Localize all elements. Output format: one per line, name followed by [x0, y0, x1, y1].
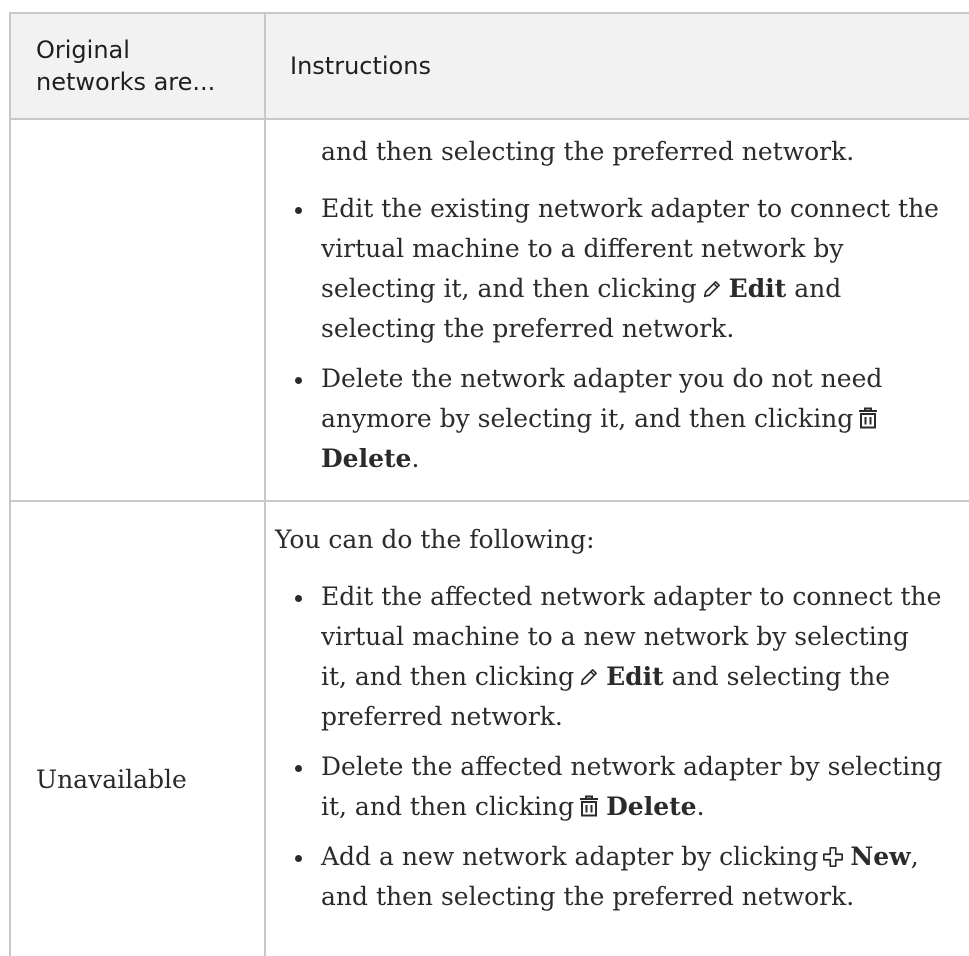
delete-button-label: Delete — [606, 792, 697, 821]
list-item: Add a new network adapter by clicking New… — [275, 837, 965, 917]
delete-button-label: Delete — [321, 444, 412, 473]
list-item-line: and then selecting the preferred network… — [321, 882, 855, 911]
list-item-line: anymore by selecting it, and then clicki… — [321, 399, 965, 439]
instructions-table: Original networks are... Instructions an… — [0, 0, 969, 956]
trash-icon — [857, 406, 879, 430]
list-item-line: selecting the preferred network. — [321, 314, 735, 343]
header-col1-line1: Original — [36, 36, 130, 64]
edit-button-label: Edit — [606, 662, 664, 691]
list-item-line: selecting it, and then clicking Edit and — [321, 269, 965, 309]
row1-instructions-list: Edit the existing network adapter to con… — [275, 189, 965, 489]
list-item-text: anymore by selecting it, and then clicki… — [321, 404, 854, 433]
list-item: Delete the network adapter you do not ne… — [275, 359, 965, 479]
list-item-text: it, and then clicking — [321, 792, 575, 821]
edit-button-label: Edit — [728, 274, 787, 303]
new-button-label: New — [850, 842, 911, 871]
table-top-border — [9, 12, 969, 14]
list-item-line: Delete. — [321, 439, 965, 479]
list-item-line: Delete the network adapter you do not ne… — [321, 364, 883, 393]
list-item-line: Edit the affected network adapter to con… — [321, 582, 942, 611]
list-item-line: Edit the existing network adapter to con… — [321, 194, 939, 223]
column-divider — [264, 12, 266, 956]
row1-continuation: and then selecting the preferred network… — [321, 137, 855, 166]
list-item-line: Delete the affected network adapter by s… — [321, 752, 943, 781]
list-item-text: . — [696, 792, 705, 821]
row2-instructions-list: Edit the affected network adapter to con… — [275, 577, 965, 927]
list-item-text: selecting it, and then clicking — [321, 274, 697, 303]
list-item-line: it, and then clicking Delete. — [321, 787, 965, 827]
list-item-text: . — [411, 444, 420, 473]
header-bottom-border — [9, 118, 969, 120]
plus-icon — [822, 846, 844, 868]
list-item-line: virtual machine to a new network by sele… — [321, 622, 909, 651]
list-item-text: , — [910, 842, 919, 871]
list-item-line: it, and then clicking Edit and selecting … — [321, 657, 965, 697]
row-divider — [9, 500, 969, 502]
header-instructions: Instructions — [290, 52, 431, 80]
list-item: Delete the affected network adapter by s… — [275, 747, 965, 827]
list-item-text: Add a new network adapter by clicking — [321, 842, 819, 871]
list-item: Edit the affected network adapter to con… — [275, 577, 965, 737]
list-item-text: and — [794, 274, 842, 303]
list-item-line: virtual machine to a different network b… — [321, 234, 844, 263]
list-item-line: preferred network. — [321, 702, 563, 731]
list-item-line: Add a new network adapter by clicking New… — [321, 837, 965, 877]
row2-intro: You can do the following: — [275, 525, 595, 554]
row2-label-unavailable: Unavailable — [36, 765, 187, 794]
pencil-icon — [701, 278, 723, 300]
header-col1-line2: networks are... — [36, 68, 216, 96]
list-item: Edit the existing network adapter to con… — [275, 189, 965, 349]
pencil-icon — [578, 666, 600, 688]
table-left-border — [9, 12, 11, 956]
list-item-text: it, and then clicking — [321, 662, 575, 691]
header-original-networks: Original networks are... — [36, 34, 256, 98]
list-item-text: and selecting the — [671, 662, 891, 691]
trash-icon — [578, 794, 600, 818]
